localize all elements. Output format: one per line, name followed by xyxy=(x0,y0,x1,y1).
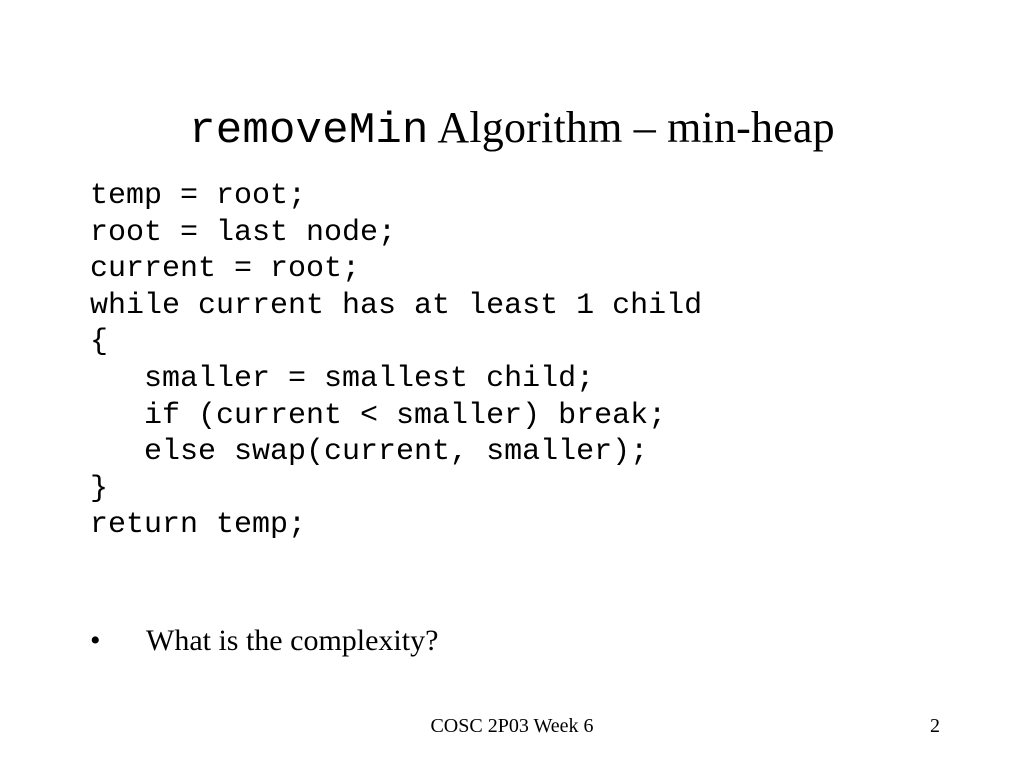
footer-center: COSC 2P03 Week 6 xyxy=(0,715,1024,738)
slide: removeMin Algorithm – min-heap temp = ro… xyxy=(0,0,1024,768)
title-rest: Algorithm – min-heap xyxy=(429,103,835,152)
slide-title: removeMin Algorithm – min-heap xyxy=(0,102,1024,156)
footer-page-number: 2 xyxy=(930,715,940,738)
bullet-item: • What is the complexity? xyxy=(90,624,438,658)
bullet-text: What is the complexity? xyxy=(146,624,438,658)
code-block: temp = root; root = last node; current =… xyxy=(90,178,702,544)
bullet-marker: • xyxy=(90,624,146,658)
title-mono: removeMin xyxy=(189,106,428,156)
